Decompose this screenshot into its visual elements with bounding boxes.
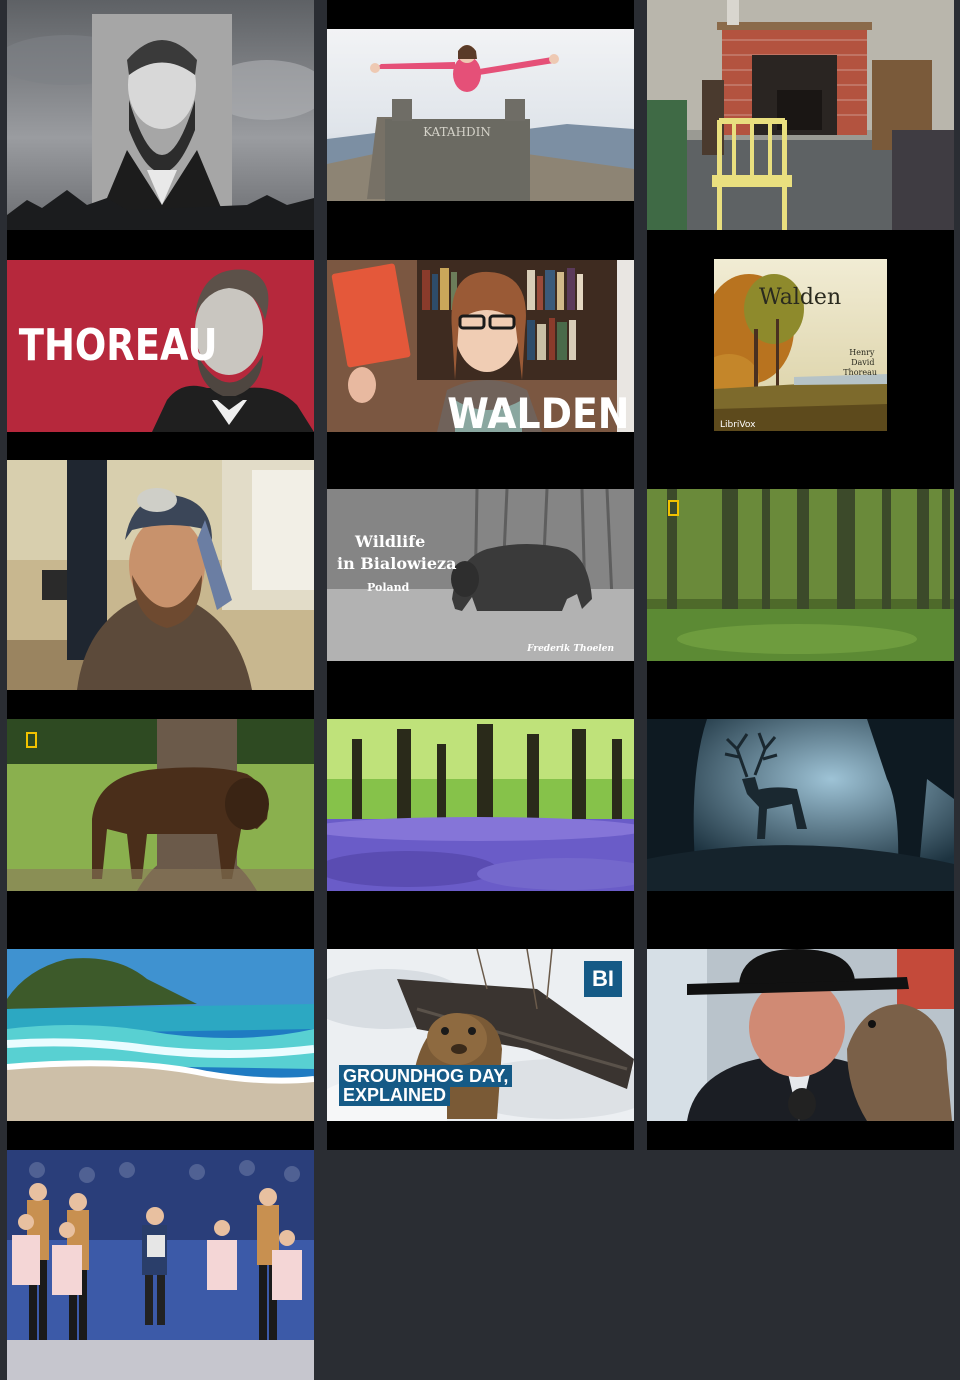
video-thumbnail-stag-dark-forest[interactable]	[647, 690, 954, 920]
video-thumbnail-groundhog-day-explained[interactable]: BI GROUNDHOG DAY, EXPLAINED	[327, 920, 634, 1150]
walden-cover-publisher: LibriVox	[720, 420, 756, 430]
video-thumbnail-walden-vlog[interactable]: WALDEN	[327, 230, 634, 460]
walden-librivox-cover-image: Walden Henry David Thoreau LibriVox	[714, 259, 887, 431]
tropical-beach-image	[7, 949, 314, 1121]
groundhog-day-title: GROUNDHOG DAY, EXPLAINED	[339, 1065, 539, 1106]
stag-dark-forest-image	[647, 719, 954, 891]
video-thumbnail-man-in-kitchen[interactable]	[7, 460, 314, 690]
wildlife-title-line2: in Bialowieza	[337, 554, 456, 573]
walden-cover-title: Walden	[759, 285, 841, 310]
walden-vlog-image: WALDEN	[327, 260, 634, 432]
video-thumbnail-groundhog-handler[interactable]	[647, 920, 954, 1150]
video-thumbnail-forest-natgeo[interactable]	[647, 460, 954, 690]
video-thumbnail-bluebell-forest[interactable]	[327, 690, 634, 920]
thoreau-title-card-image: THOREAU	[7, 260, 314, 432]
video-thumbnail-tropical-beach[interactable]	[7, 920, 314, 1150]
bi-logo-badge: BI	[584, 961, 622, 997]
wildlife-subtitle: Poland	[367, 581, 410, 594]
walden-vlog-title-text: WALDEN	[447, 390, 629, 432]
wildlife-credit: Frederik Thoelen	[526, 644, 614, 654]
groundhog-handler-image	[647, 949, 954, 1121]
video-thumbnail-katahdin-summit[interactable]: KATAHDIN	[327, 0, 634, 230]
video-thumbnail-thoreau-cabin[interactable]	[647, 0, 954, 230]
bison-image	[7, 719, 314, 891]
man-in-kitchen-image	[7, 460, 314, 690]
wildlife-title-line1: Wildlife	[354, 532, 425, 551]
video-thumbnail-accordion-dancers[interactable]	[7, 1150, 314, 1380]
bluebell-forest-image	[327, 719, 634, 891]
katahdin-sign-text: KATAHDIN	[423, 125, 491, 139]
video-thumbnail-walden-librivox[interactable]: Walden Henry David Thoreau LibriVox	[647, 230, 954, 460]
video-grid: KATAHDIN THOREAU WALDEN Walden Henry Dav…	[0, 0, 960, 1380]
wildlife-bialowieza-image: Wildlife in Bialowieza Poland Frederik T…	[327, 489, 634, 661]
accordion-dancers-image	[7, 1150, 314, 1380]
video-thumbnail-thoreau-title-card[interactable]: THOREAU	[7, 230, 314, 460]
video-thumbnail-bison-natgeo[interactable]	[7, 690, 314, 920]
katahdin-summit-image: KATAHDIN	[327, 29, 634, 201]
video-thumbnail-thoreau-portrait[interactable]	[7, 0, 314, 230]
cabin-interior-image	[647, 0, 954, 230]
thoreau-portrait-image	[7, 0, 314, 230]
forest-image	[647, 489, 954, 661]
video-thumbnail-wildlife-bialowieza[interactable]: Wildlife in Bialowieza Poland Frederik T…	[327, 460, 634, 690]
thoreau-title-text: THOREAU	[19, 319, 218, 371]
